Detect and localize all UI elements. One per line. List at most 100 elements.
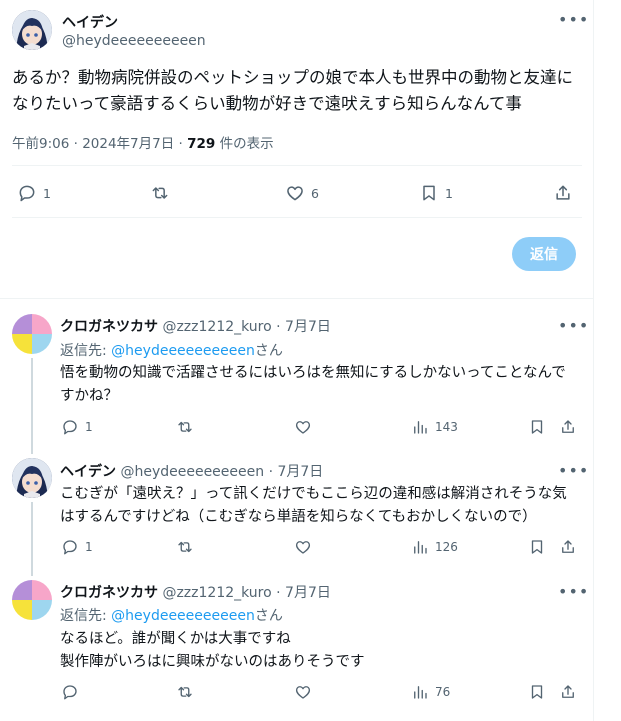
bookmark-action[interactable] [528,418,546,436]
retweet-action[interactable] [150,183,170,203]
author-handle-time[interactable]: @zzz1212_kuro · 7月7日 [162,585,330,601]
author-handle-time[interactable]: @heydeeeeeeeeeen · 7月7日 [120,464,323,480]
views-action[interactable]: 143 [411,418,458,436]
retweet-action[interactable] [176,683,194,701]
views-count: 126 [435,540,458,554]
replying-suffix: さん [254,608,283,624]
bookmark-icon [531,540,543,554]
divider [12,217,582,218]
reply-text: こむぎが「遠吠え？」って訊くだけでもここら辺の違和感は解消されそうな気はするんで… [60,486,567,525]
reply-header: クロガネツカサ @zzz1212_kuro · 7月7日 [60,316,331,336]
reply-header: クロガネツカサ @zzz1212_kuro · 7月7日 [60,582,331,602]
share-icon [562,685,574,698]
reply-action[interactable]: 1 [17,183,51,203]
heart-icon [287,186,303,201]
analytics-icon [414,541,427,554]
color-quadrant-avatar-icon [12,580,52,620]
comment-icon [63,420,77,435]
views-action[interactable]: 126 [411,538,458,556]
bookmark-action[interactable] [528,683,546,701]
like-action[interactable]: 6 [285,183,319,203]
author-name[interactable]: クロガネツカサ [60,319,158,335]
like-action[interactable] [294,683,312,701]
divider [12,165,582,166]
post-text: あるか？動物病院併設のペットショップの娘で本人も世界中の動物と友達になりたいって… [12,68,573,113]
reply-text-line: 製作陣がいろはに興味がないのはありそうです [60,654,365,670]
share-action[interactable] [559,418,577,436]
section-separator [0,298,594,299]
color-quadrant-avatar-icon [12,314,52,354]
share-icon [562,420,574,433]
replying-prefix: 返信先: [60,608,112,624]
avatar[interactable] [12,458,52,498]
bookmark-count: 1 [445,185,453,201]
share-action[interactable] [553,183,573,203]
bookmark-icon [531,420,543,434]
bookmark-icon [531,685,543,699]
more-icon[interactable]: ••• [558,10,588,30]
reply-button[interactable]: 返信 [512,237,576,271]
bookmark-action[interactable] [528,538,546,556]
author-name[interactable]: クロガネツカサ [60,585,158,601]
reply-count: 1 [85,540,93,554]
reply-action[interactable] [61,683,79,701]
post-timestamp[interactable]: 午前9:06 · 2024年7月7日 · [12,136,187,152]
share-icon [556,185,570,200]
views-count: 143 [435,420,458,434]
replying-to: 返信先: @heydeeeeeeeeeenさん [60,605,283,625]
post-meta: 午前9:06 · 2024年7月7日 · 729 件の表示 [12,132,274,152]
reply-text-line: なるほど。誰が聞くかは大事ですね [60,631,291,647]
reply-action[interactable]: 1 [61,538,93,556]
comment-icon [63,540,77,555]
more-icon[interactable]: ••• [558,582,588,602]
comment-icon [19,185,35,202]
reply-count: 1 [85,420,93,434]
reply-header: ヘイデン @heydeeeeeeeeeen · 7月7日 [60,461,323,481]
share-action[interactable] [559,538,577,556]
views-count: 729 [187,136,216,152]
author-handle-time[interactable]: @zzz1212_kuro · 7月7日 [162,319,330,335]
anime-avatar-icon [12,10,52,50]
heart-icon [295,686,311,699]
views-count: 76 [435,685,451,699]
author-handle[interactable]: @heydeeeeeeeeeen [62,33,206,49]
bookmark-icon [423,185,435,201]
reply-action[interactable]: 1 [61,418,93,436]
retweet-action[interactable] [176,538,194,556]
reply-text: 悟を動物の知識で活躍させるにはいろはを無知にするしかないってことなんですかね？ [60,365,566,404]
replying-suffix: さん [254,343,283,359]
author-name[interactable]: ヘイデン [62,12,118,32]
replying-to-link[interactable]: @heydeeeeeeeeeen [111,608,255,624]
more-icon[interactable]: ••• [558,461,588,481]
author-name[interactable]: ヘイデン [60,464,116,480]
views-label: 件の表示 [215,136,274,152]
retweet-icon [178,541,192,553]
views-action[interactable]: 76 [411,683,450,701]
replying-to-link[interactable]: @heydeeeeeeeeeen [111,343,255,359]
share-action[interactable] [559,683,577,701]
thread-line [31,502,33,576]
reply-text: なるほど。誰が聞くかは大事ですね 製作陣がいろはに興味がないのはありそうです [60,628,580,674]
avatar[interactable] [12,314,52,354]
like-action[interactable] [294,418,312,436]
comment-icon [63,685,77,700]
like-action[interactable] [294,538,312,556]
timeline-column: ヘイデン @heydeeeeeeeeeen ••• あるか？動物病院併設のペット… [0,0,594,721]
share-icon [562,540,574,553]
retweet-action[interactable] [176,418,194,436]
retweet-icon [152,187,168,199]
avatar[interactable] [12,580,52,620]
heart-icon [295,421,311,434]
main-post: ヘイデン @heydeeeeeeeeeen ••• あるか？動物病院併設のペット… [0,0,594,305]
analytics-icon [414,421,427,434]
retweet-icon [178,421,192,433]
reply-count: 1 [43,185,51,201]
more-icon[interactable]: ••• [558,316,588,336]
bookmark-action[interactable]: 1 [419,183,453,203]
thread-line [31,358,33,454]
retweet-icon [178,686,192,698]
replying-to: 返信先: @heydeeeeeeeeeenさん [60,340,283,360]
analytics-icon [414,686,427,699]
replying-prefix: 返信先: [60,343,112,359]
avatar[interactable] [12,10,52,50]
